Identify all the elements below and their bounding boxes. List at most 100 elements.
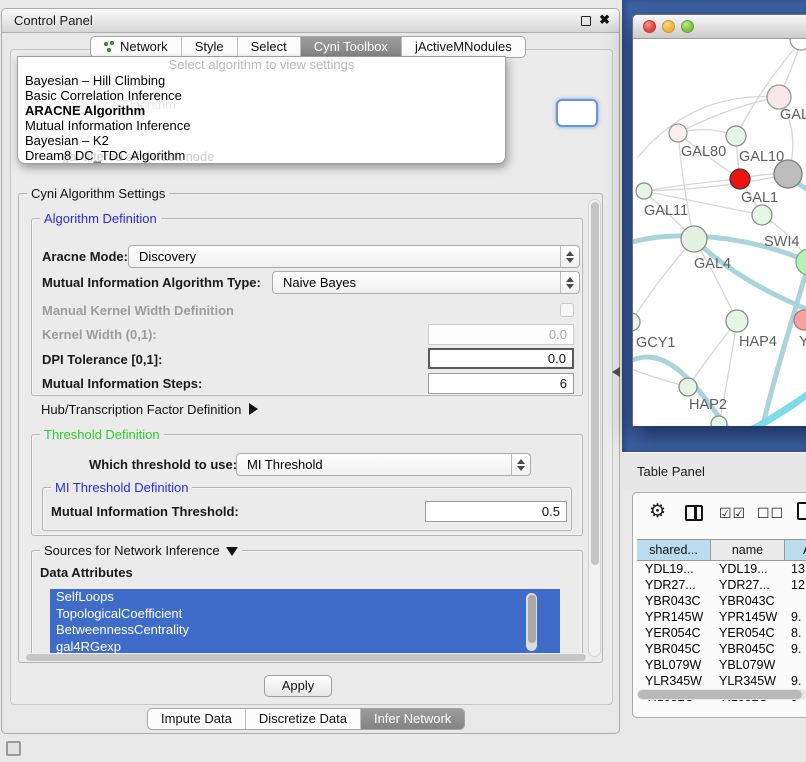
sources-group-title[interactable]: Sources for Network Inference	[40, 543, 242, 558]
table-cell: 9.	[785, 673, 806, 689]
apply-button[interactable]: Apply	[264, 675, 332, 697]
network-node[interactable]	[730, 169, 750, 189]
settings-horizontal-scrollbar[interactable]	[25, 653, 591, 662]
attribute-list-scroll-thumb[interactable]	[528, 595, 536, 643]
tab-select[interactable]: Select	[238, 37, 301, 57]
tab-infer-network[interactable]: Infer Network	[361, 709, 464, 729]
table-row[interactable]: YBR045CYBR045C9.	[637, 641, 806, 657]
tab-discretize-data[interactable]: Discretize Data	[246, 709, 361, 729]
network-window-titlebar[interactable]	[633, 15, 806, 39]
algorithm-popup-item[interactable]: Mutual Information Inference	[18, 118, 505, 133]
network-node[interactable]	[790, 39, 806, 50]
attribute-list-item[interactable]: TopologicalCoefficient	[50, 606, 560, 623]
network-node[interactable]	[633, 313, 640, 331]
network-node[interactable]	[636, 183, 652, 199]
close-icon[interactable]: ✖	[599, 12, 610, 28]
network-node[interactable]	[711, 416, 727, 426]
network-node[interactable]	[679, 378, 697, 396]
data-attributes-list[interactable]: SelfLoopsTopologicalCoefficientBetweenne…	[50, 589, 560, 655]
algorithm-popup-item[interactable]: Bayesian – K2	[18, 133, 505, 148]
network-edge[interactable]	[688, 321, 737, 387]
aracne-mode-label: Aracne Mode:	[42, 249, 128, 264]
attribute-list-item[interactable]: SelfLoops	[50, 589, 560, 606]
kernel-width-field[interactable]: 0.0	[428, 324, 574, 345]
columns-icon[interactable]	[685, 505, 703, 521]
table-cell: 9.	[785, 641, 806, 657]
export-table-icon[interactable]	[797, 502, 806, 520]
minimize-traffic-light[interactable]	[662, 20, 675, 33]
aracne-mode-select[interactable]: Discovery	[128, 245, 580, 268]
table-row[interactable]: YBR043CYBR043C	[637, 593, 806, 609]
tab-cyni-toolbox[interactable]: Cyni Toolbox	[301, 37, 402, 57]
network-edge[interactable]	[694, 239, 737, 321]
inference-algorithm-combo-fragment[interactable]	[556, 99, 598, 127]
table-row[interactable]: YDL19...YDL19...13	[637, 561, 806, 577]
node-label: GAL	[780, 107, 806, 123]
hub-definition-toggle[interactable]: Hub/Transcription Factor Definition	[41, 402, 258, 417]
network-node[interactable]	[669, 124, 687, 142]
network-view-window[interactable]: GALGAL80GAL10GAL1GAL11SWI4GAL4GCY1HAP4YH…	[632, 14, 806, 426]
node-attribute-table[interactable]: shared...nameAYDL19...YDL19...13YDR27...…	[637, 539, 806, 705]
mi-threshold-field[interactable]: 0.5	[425, 501, 567, 522]
network-node[interactable]	[796, 249, 806, 275]
table-row[interactable]: YER054CYER054C8.	[637, 625, 806, 641]
table-horizontal-scrollbar[interactable]	[637, 689, 806, 700]
network-node[interactable]	[767, 85, 791, 109]
stepper-arrows-icon	[511, 454, 530, 475]
network-graph[interactable]: GALGAL80GAL10GAL1GAL11SWI4GAL4GCY1HAP4YH…	[633, 39, 806, 426]
select-all-checkboxes-icon[interactable]: ☑☑	[719, 505, 746, 522]
network-node[interactable]	[681, 226, 707, 252]
algorithm-popup-item[interactable]: Basic Correlation Inference	[18, 88, 505, 103]
attribute-list-scrollbar[interactable]	[526, 593, 537, 651]
settings-vertical-scrollbar[interactable]	[588, 199, 601, 657]
network-node[interactable]	[752, 205, 772, 225]
column-header[interactable]: A	[785, 539, 806, 561]
table-cell: YBL079W	[637, 657, 711, 673]
table-cell	[785, 593, 806, 609]
zoom-traffic-light[interactable]	[681, 20, 694, 33]
mi-algorithm-type-select[interactable]: Naive Bayes	[272, 271, 580, 294]
which-threshold-value: MI Threshold	[237, 457, 511, 472]
mini-palette-icon[interactable]	[6, 741, 21, 756]
kernel-width-label: Kernel Width (0,1):	[42, 327, 157, 342]
tab-network[interactable]: Network	[91, 37, 182, 57]
table-row[interactable]: YPR145WYPR145W9.	[637, 609, 806, 625]
node-label: GCY1	[636, 335, 676, 351]
network-canvas[interactable]: GALGAL80GAL10GAL1GAL11SWI4GAL4GCY1HAP4YH…	[633, 39, 806, 426]
settings-hscroll-thumb[interactable]	[26, 654, 586, 661]
which-threshold-select[interactable]: MI Threshold	[236, 453, 531, 476]
attribute-list-item[interactable]: BetweennessCentrality	[50, 622, 560, 639]
tab-impute-data[interactable]: Impute Data	[148, 709, 246, 729]
mi-steps-field[interactable]: 6	[428, 373, 574, 394]
gear-icon[interactable]: ⚙	[649, 500, 666, 523]
float-window-icon[interactable]	[581, 16, 591, 26]
tab-jactivemnodules[interactable]: jActiveMNodules	[402, 37, 525, 57]
column-header[interactable]: name	[711, 539, 785, 561]
table-row[interactable]: YLR345WYLR345W9.	[637, 673, 806, 689]
algorithm-placeholder: Select algorithm to view settings	[18, 57, 505, 73]
node-label: GAL10	[739, 149, 784, 165]
network-node[interactable]	[726, 310, 748, 332]
manual-kernel-checkbox[interactable]	[560, 303, 574, 317]
network-edge[interactable]	[633, 239, 694, 322]
network-edge[interactable]	[678, 97, 779, 133]
algorithm-popup-item[interactable]: Bayesian – Hill Climbing	[18, 73, 505, 88]
table-cell: 13	[785, 561, 806, 577]
tab-style[interactable]: Style	[182, 37, 238, 57]
network-edge[interactable]	[644, 174, 788, 191]
algorithm-popup-item[interactable]: Dream8 DC_TDC Algorithm	[18, 148, 505, 163]
dpi-tolerance-field[interactable]: 0.0	[428, 348, 574, 369]
table-row[interactable]: YBL079WYBL079W	[637, 657, 806, 673]
network-node[interactable]	[726, 126, 746, 146]
table-row[interactable]: YDR27...YDR27...12	[637, 577, 806, 593]
algorithm-popup-item[interactable]: ARACNE Algorithm	[18, 103, 505, 118]
close-traffic-light[interactable]	[643, 20, 656, 33]
table-hscroll-thumb[interactable]	[638, 690, 802, 699]
top-tab-bar: NetworkStyleSelectCyni ToolboxjActiveMNo…	[90, 36, 526, 58]
column-header[interactable]: shared...	[637, 539, 711, 561]
tab-label: Discretize Data	[259, 709, 347, 729]
deselect-all-checkboxes-icon[interactable]: ☐☐	[757, 505, 784, 522]
mi-type-value: Naive Bayes	[273, 275, 560, 290]
node-label: GAL11	[644, 203, 688, 219]
settings-scroll-thumb[interactable]	[591, 202, 599, 565]
